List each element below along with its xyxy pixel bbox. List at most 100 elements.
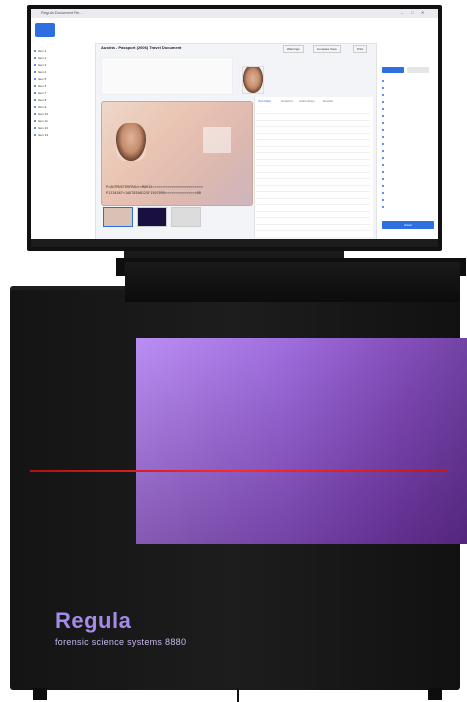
list-item-label: Item 5: [38, 77, 47, 81]
check-icon: [382, 80, 384, 83]
filter-item[interactable]: [382, 177, 436, 182]
check-icon: [382, 185, 384, 188]
list-item-label: Item 6: [38, 84, 47, 88]
document-list: Item 1 Item 2 Item 3 Item 4 Item 5 Item …: [31, 43, 96, 239]
scan-button[interactable]: [35, 23, 55, 37]
thumbnail-ir[interactable]: [171, 207, 201, 227]
status-dot-icon: [34, 106, 36, 109]
list-item[interactable]: Item 13: [34, 133, 92, 138]
window-title: Regula Document Re...: [41, 10, 83, 15]
portrait-thumbnail: [242, 66, 264, 94]
brand-subtitle: forensic science systems 8880: [55, 637, 187, 647]
tab-graphics[interactable]: Graphics: [281, 99, 293, 103]
list-item-label: Item 3: [38, 63, 47, 67]
window-titlebar: Regula Document Re... ✕ □ –: [31, 9, 438, 18]
filter-item[interactable]: [382, 79, 436, 84]
list-item[interactable]: Item 9: [34, 105, 92, 110]
list-item-label: Item 1: [38, 49, 47, 53]
red-led-strip: [30, 470, 448, 472]
minimize-icon[interactable]: –: [401, 10, 403, 15]
tab-text-data[interactable]: Text Data: [258, 99, 271, 103]
filter-item[interactable]: [382, 128, 436, 133]
check-icon: [382, 108, 384, 111]
screen: Regula Document Re... ✕ □ – Item 1 Item …: [31, 9, 438, 239]
mrz-line-1: P<AUTMUSTERFRAU<<MARIA<<<<<<<<<<<<<<<<<<…: [106, 185, 203, 189]
second-toolbar-button[interactable]: [61, 23, 81, 37]
list-item[interactable]: Item 10: [34, 112, 92, 117]
filter-item[interactable]: [382, 142, 436, 147]
list-item[interactable]: Item 2: [34, 56, 92, 61]
filter-item[interactable]: [382, 93, 436, 98]
maximize-icon[interactable]: □: [411, 10, 413, 15]
status-dot-icon: [34, 127, 36, 130]
compare-view-button[interactable]: Compare View: [313, 45, 341, 53]
light-window-shade: [136, 338, 467, 544]
filter-item[interactable]: [382, 86, 436, 91]
passport-portrait: [116, 123, 146, 161]
status-dot-icon: [34, 64, 36, 67]
status-dot-icon: [34, 99, 36, 102]
mrz-line-2: P1234567<1AUT8508125F1507098<<<<<<<<<<<<…: [106, 191, 201, 195]
list-item[interactable]: Item 1: [34, 49, 92, 54]
document-title: Austria - Passport (2006) Travel Documen…: [101, 45, 182, 50]
filter-item[interactable]: [382, 163, 436, 168]
list-item[interactable]: Item 3: [34, 63, 92, 68]
list-item[interactable]: Item 7: [34, 91, 92, 96]
filter-item[interactable]: [382, 198, 436, 203]
list-item[interactable]: Item 4: [34, 70, 92, 75]
filter-item[interactable]: [382, 107, 436, 112]
check-icon: [382, 143, 384, 146]
document-info-box: [101, 57, 233, 95]
thumbnail-white-light[interactable]: [103, 207, 133, 227]
filter-item[interactable]: [382, 121, 436, 126]
cable: [237, 688, 239, 702]
filter-item[interactable]: [382, 100, 436, 105]
list-item[interactable]: Item 8: [34, 98, 92, 103]
check-icon: [382, 199, 384, 202]
check-icon: [382, 192, 384, 195]
document-reader-slot: [125, 262, 460, 302]
print-button[interactable]: Print: [353, 45, 368, 53]
list-item[interactable]: Item 11: [34, 119, 92, 124]
brand-logo: Regula: [55, 608, 132, 633]
passport-data-field: [203, 127, 231, 153]
close-icon[interactable]: ✕: [421, 10, 424, 15]
filter-item[interactable]: [382, 170, 436, 175]
check-icon: [382, 122, 384, 125]
list-item[interactable]: Item 6: [34, 84, 92, 89]
list-item-label: Item 13: [38, 133, 49, 137]
check-icon: [382, 150, 384, 153]
status-dot-icon: [34, 71, 36, 74]
device-foot-left: [33, 688, 47, 700]
list-item[interactable]: Item 5: [34, 77, 92, 82]
status-dot-icon: [34, 92, 36, 95]
filter-item[interactable]: [382, 205, 436, 210]
view-toggle-inactive[interactable]: [407, 67, 429, 73]
filter-item[interactable]: [382, 114, 436, 119]
check-icon: [382, 136, 384, 139]
settings-button[interactable]: [411, 23, 431, 37]
filter-item[interactable]: [382, 149, 436, 154]
list-item-label: Item 2: [38, 56, 47, 60]
read-button[interactable]: Read: [382, 221, 434, 229]
tab-authenticity[interactable]: Authenticity: [299, 99, 315, 103]
filter-item[interactable]: [382, 135, 436, 140]
check-icon: [382, 101, 384, 104]
check-icon: [382, 129, 384, 132]
taskbar: [31, 239, 438, 247]
filter-item[interactable]: [382, 184, 436, 189]
warnings-button[interactable]: Warnings: [283, 45, 304, 53]
status-dot-icon: [34, 120, 36, 123]
thumbnail-uv[interactable]: [137, 207, 167, 227]
list-item[interactable]: Item 12: [34, 126, 92, 131]
status-dot-icon: [34, 134, 36, 137]
check-icon: [382, 115, 384, 118]
view-toggle-active[interactable]: [382, 67, 404, 73]
list-item-label: Item 4: [38, 70, 47, 74]
status-dot-icon: [34, 50, 36, 53]
filter-item[interactable]: [382, 191, 436, 196]
main-toolbar: [31, 18, 438, 44]
filter-item[interactable]: [382, 156, 436, 161]
check-icon: [382, 178, 384, 181]
tab-results[interactable]: Results: [323, 99, 333, 103]
